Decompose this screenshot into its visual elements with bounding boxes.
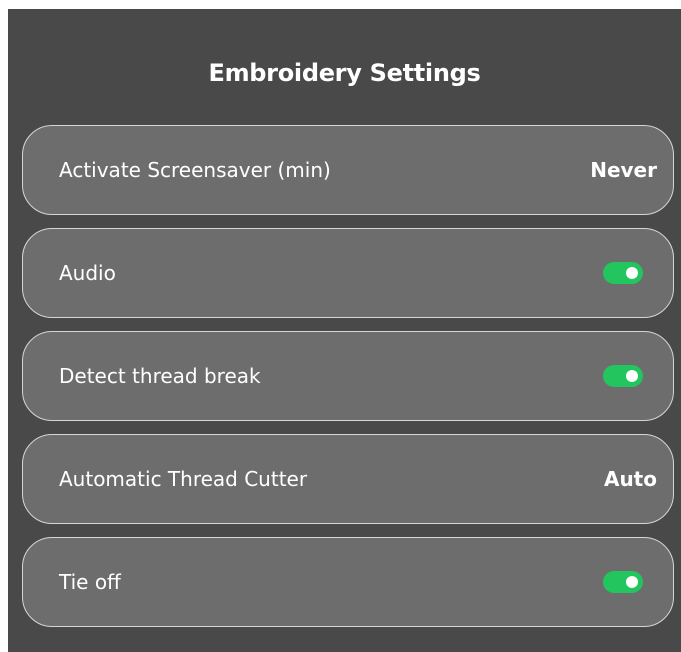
setting-row-screensaver[interactable]: Activate Screensaver (min) Never xyxy=(22,125,674,215)
toggle-knob xyxy=(626,370,638,382)
setting-label: Detect thread break xyxy=(59,364,261,388)
tie-off-toggle[interactable] xyxy=(603,571,643,593)
screensaver-value[interactable]: Never xyxy=(590,126,657,214)
setting-label: Activate Screensaver (min) xyxy=(59,158,331,182)
page-title: Embroidery Settings xyxy=(208,59,481,87)
setting-row-audio[interactable]: Audio xyxy=(22,228,674,318)
setting-row-thread-break[interactable]: Detect thread break xyxy=(22,331,674,421)
setting-label: Tie off xyxy=(59,570,121,594)
audio-toggle[interactable] xyxy=(603,262,643,284)
setting-label: Automatic Thread Cutter xyxy=(59,467,308,491)
toggle-knob xyxy=(626,576,638,588)
setting-row-thread-cutter[interactable]: Automatic Thread Cutter Auto xyxy=(22,434,674,524)
setting-label: Audio xyxy=(59,261,116,285)
thread-cutter-value[interactable]: Auto xyxy=(604,435,657,523)
setting-row-tie-off[interactable]: Tie off xyxy=(22,537,674,627)
toggle-knob xyxy=(626,267,638,279)
thread-break-toggle[interactable] xyxy=(603,365,643,387)
settings-panel: Embroidery Settings Activate Screensaver… xyxy=(8,9,681,652)
